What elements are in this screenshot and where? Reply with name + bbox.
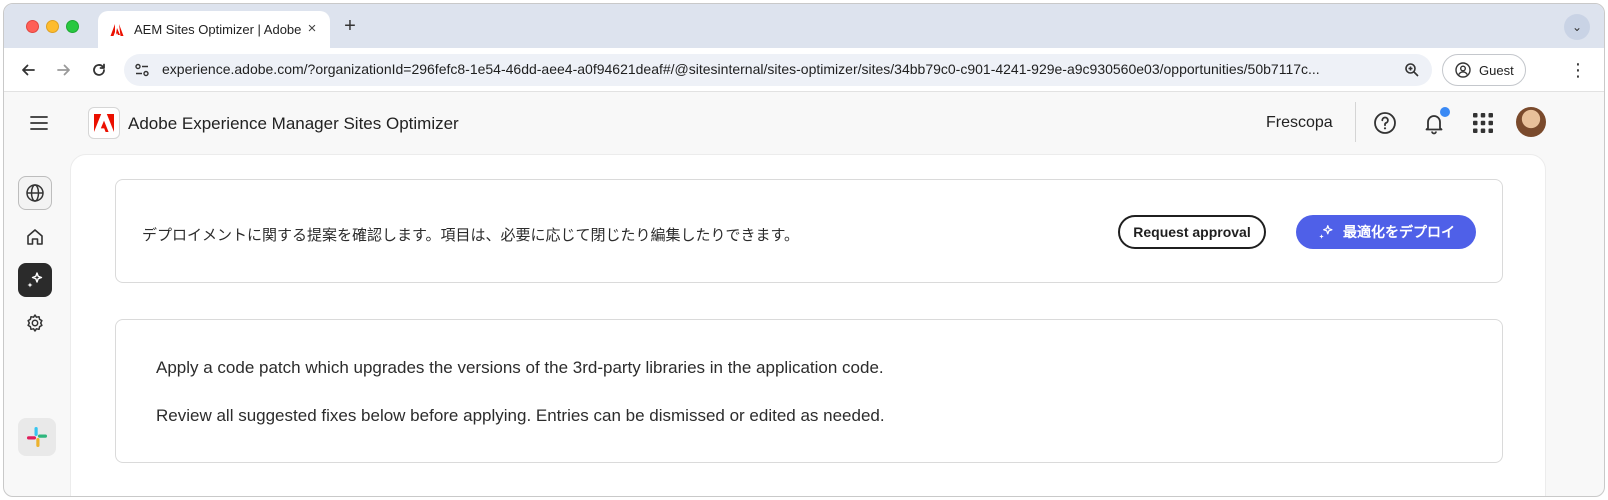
- sparkle-icon: [1319, 225, 1333, 239]
- new-tab-button[interactable]: +: [340, 16, 360, 36]
- tab-close-icon[interactable]: ×: [304, 21, 320, 37]
- app-title: Adobe Experience Manager Sites Optimizer: [128, 114, 459, 133]
- tab-title: AEM Sites Optimizer | Adobe Experience M…: [134, 22, 302, 37]
- request-approval-button[interactable]: Request approval: [1118, 215, 1266, 249]
- browser-menu-icon[interactable]: ⋮: [1568, 60, 1588, 80]
- app-header: Adobe Experience Manager Sites Optimizer…: [4, 92, 1604, 154]
- rail-sites-button[interactable]: [18, 176, 52, 210]
- sparkle-icon: [27, 272, 43, 288]
- deploy-card: デプロイメントに関する提案を確認します。項目は、必要に応じて閉じたり編集したりで…: [115, 179, 1503, 283]
- notification-badge: [1438, 105, 1452, 119]
- apps-grid-icon[interactable]: [1471, 111, 1495, 135]
- browser-tab[interactable]: AEM Sites Optimizer | Adobe Experience M…: [98, 11, 330, 48]
- guest-label: Guest: [1479, 62, 1514, 78]
- site-settings-icon[interactable]: [134, 62, 150, 78]
- deploy-description: デプロイメントに関する提案を確認します。項目は、必要に応じて閉じたり編集したりで…: [142, 227, 800, 244]
- main-content: デプロイメントに関する提案を確認します。項目は、必要に応じて閉じたり編集したりで…: [70, 154, 1546, 496]
- browser-window: AEM Sites Optimizer | Adobe Experience M…: [3, 3, 1605, 497]
- deploy-optimization-button[interactable]: 最適化をデプロイ: [1296, 215, 1476, 249]
- zoom-icon[interactable]: [1404, 62, 1420, 78]
- minimize-window-button[interactable]: [46, 20, 59, 33]
- home-icon: [27, 229, 43, 245]
- close-window-button[interactable]: [26, 20, 39, 33]
- info-line-1: Apply a code patch which upgrades the ve…: [156, 358, 884, 377]
- address-bar[interactable]: experience.adobe.com/?organizationId=296…: [124, 54, 1432, 86]
- adobe-favicon-icon: [110, 23, 124, 36]
- reload-icon[interactable]: [87, 58, 111, 82]
- forward-arrow-icon[interactable]: [52, 58, 76, 82]
- tab-search-chevron-icon[interactable]: ⌄: [1564, 14, 1590, 40]
- rail-home-button[interactable]: [18, 220, 52, 254]
- back-arrow-icon[interactable]: [16, 58, 40, 82]
- hamburger-menu-icon[interactable]: [28, 112, 50, 134]
- gear-icon: [27, 314, 43, 332]
- browser-toolbar: experience.adobe.com/?organizationId=296…: [4, 48, 1604, 92]
- slack-button[interactable]: [18, 418, 56, 456]
- info-card: Apply a code patch which upgrades the ve…: [115, 319, 1503, 463]
- maximize-window-button[interactable]: [66, 20, 79, 33]
- info-line-2: Review all suggested fixes below before …: [156, 406, 885, 425]
- org-switcher[interactable]: Frescopa: [1266, 114, 1333, 132]
- profile-icon: [1455, 62, 1471, 78]
- adobe-logo-icon: [94, 114, 114, 132]
- adobe-logo[interactable]: [88, 107, 120, 139]
- slack-icon: [27, 427, 47, 447]
- tab-strip: AEM Sites Optimizer | Adobe Experience M…: [4, 4, 1604, 48]
- globe-icon: [26, 184, 44, 202]
- header-divider: [1355, 102, 1356, 142]
- rail-opportunities-button[interactable]: [18, 263, 52, 297]
- left-rail: [4, 154, 70, 496]
- url-text[interactable]: experience.adobe.com/?organizationId=296…: [162, 61, 1394, 77]
- guest-profile-button[interactable]: Guest: [1442, 54, 1526, 86]
- user-avatar[interactable]: [1516, 107, 1546, 137]
- deploy-button-label: 最適化をデプロイ: [1343, 224, 1455, 240]
- help-icon[interactable]: [1373, 111, 1397, 135]
- rail-settings-button[interactable]: [18, 306, 52, 340]
